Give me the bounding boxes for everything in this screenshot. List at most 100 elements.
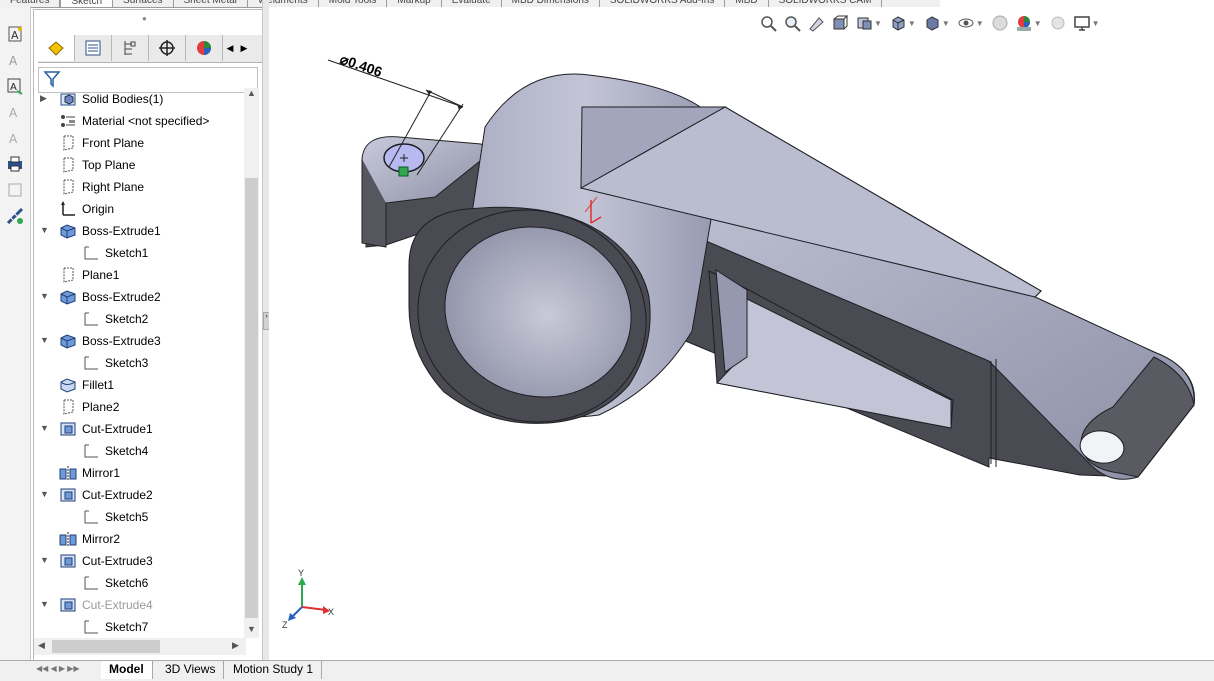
tree-item[interactable]: Sketch2 xyxy=(34,308,244,330)
svg-text:A: A xyxy=(11,29,19,42)
point-handle-icon[interactable] xyxy=(398,166,409,177)
ribbon-tab[interactable]: Weldments xyxy=(248,0,319,7)
balloon-icon[interactable]: A xyxy=(6,103,24,121)
surface-finish-icon[interactable]: A xyxy=(6,129,24,147)
tree-vertical-scrollbar[interactable]: ▲ ▼ xyxy=(244,88,259,638)
configuration-manager-icon xyxy=(124,41,136,55)
tree-item[interactable]: Sketch5 xyxy=(34,506,244,528)
tree-item[interactable]: ▼ Boss-Extrude2 xyxy=(34,286,244,308)
graphics-area[interactable]: ▼ ▼ ▼ ▼ ▼ ▼ ⌀0.406 Y X Z xyxy=(269,7,1214,660)
tree-item[interactable]: Top Plane xyxy=(34,154,244,176)
annotation-icon[interactable]: A xyxy=(6,77,24,95)
ribbon-tab[interactable]: Sketch xyxy=(60,0,114,7)
tree-item[interactable]: Sketch3 xyxy=(34,352,244,374)
tree-item[interactable]: ▶ Solid Bodies(1) xyxy=(34,88,244,110)
tree-item-label: Front Plane xyxy=(82,136,145,150)
tabs-scroll-left-icon[interactable]: ◀ xyxy=(223,35,237,61)
tabs-scroll-right-icon[interactable]: ▶ xyxy=(237,35,251,61)
tree-item[interactable]: Sketch7 xyxy=(34,616,244,638)
ribbon-tab[interactable]: Markup xyxy=(387,0,442,7)
ribbon-tab[interactable]: Evaluate xyxy=(442,0,502,7)
tree-item[interactable]: ▼ Cut-Extrude2 xyxy=(34,484,244,506)
tree-item-label: Sketch4 xyxy=(105,444,149,458)
svg-text:A: A xyxy=(10,82,17,93)
note-icon[interactable]: A xyxy=(6,51,24,69)
ribbon-tab[interactable]: Mold Tools xyxy=(319,0,388,7)
view-triad[interactable]: Y X Z xyxy=(282,568,334,630)
tree-horizontal-scrollbar[interactable]: ◀ ▶ xyxy=(34,638,246,655)
tree-item[interactable]: ▼ Boss-Extrude1 xyxy=(34,220,244,242)
tab-motion-study[interactable]: Motion Study 1 xyxy=(225,661,323,679)
tree-item[interactable]: Plane2 xyxy=(34,396,244,418)
collapse-arrow-icon[interactable]: ▶ xyxy=(40,93,47,104)
tree-item-label: Sketch3 xyxy=(105,356,149,370)
sketch-icon xyxy=(82,245,100,261)
print-icon[interactable] xyxy=(6,155,24,173)
ribbon-tab[interactable]: Features xyxy=(0,0,61,7)
part-model-viewport[interactable]: ⌀0.406 Y X Z xyxy=(269,7,1214,660)
tree-item[interactable]: Front Plane xyxy=(34,132,244,154)
mirror-icon xyxy=(59,465,77,481)
expand-arrow-icon[interactable]: ▼ xyxy=(40,335,49,345)
scroll-left-icon[interactable]: ◀ xyxy=(38,640,45,651)
tree-item[interactable]: Right Plane xyxy=(34,176,244,198)
scroll-down-icon[interactable]: ▼ xyxy=(247,624,256,634)
tab-display-manager[interactable] xyxy=(186,35,223,61)
tree-item[interactable]: Mirror1 xyxy=(34,462,244,484)
tree-item[interactable]: ▼ Cut-Extrude4 xyxy=(34,594,244,616)
measure-icon[interactable] xyxy=(6,207,24,225)
scroll-up-icon[interactable]: ▲ xyxy=(247,88,256,98)
expand-arrow-icon[interactable]: ▼ xyxy=(40,599,49,609)
smart-dimension-icon[interactable]: A xyxy=(6,25,24,43)
vertical-scroll-thumb[interactable] xyxy=(245,178,258,618)
tab-feature-tree[interactable] xyxy=(38,35,75,61)
svg-text:A: A xyxy=(9,54,18,68)
tab-dimxpert-manager[interactable] xyxy=(149,35,186,61)
tree-item[interactable]: Sketch1 xyxy=(34,242,244,264)
tree-item[interactable]: ▼ Boss-Extrude3 xyxy=(34,330,244,352)
tree-item[interactable]: Plane1 xyxy=(34,264,244,286)
tree-item[interactable]: Sketch4 xyxy=(34,440,244,462)
tree-item[interactable]: Fillet1 xyxy=(34,374,244,396)
ribbon-tab[interactable]: Sheet Metal xyxy=(174,0,248,7)
panel-grip[interactable]: ● xyxy=(142,14,147,23)
tab-configuration-manager[interactable] xyxy=(112,35,149,61)
filter-icon xyxy=(43,71,61,88)
tree-item[interactable]: ▼ Cut-Extrude3 xyxy=(34,550,244,572)
sketch-icon xyxy=(82,443,100,459)
expand-arrow-icon[interactable]: ▼ xyxy=(40,423,49,433)
ribbon-tab[interactable]: MBD xyxy=(725,0,769,7)
tree-item-label: Sketch7 xyxy=(105,620,149,634)
feature-manager-tabs: ◀ ▶ xyxy=(38,35,262,63)
expand-arrow-icon[interactable]: ▼ xyxy=(40,555,49,565)
tree-item-label: Sketch5 xyxy=(105,510,149,524)
tree-item[interactable]: ▼ Cut-Extrude1 xyxy=(34,418,244,440)
tree-item[interactable]: Mirror2 xyxy=(34,528,244,550)
ribbon-tab[interactable]: SOLIDWORKS CAM xyxy=(769,0,883,7)
expand-arrow-icon[interactable]: ▼ xyxy=(40,291,49,301)
ribbon-tab[interactable]: SOLIDWORKS Add-Ins xyxy=(600,0,726,7)
expand-arrow-icon[interactable]: ▼ xyxy=(40,489,49,499)
solid-bodies-folder-icon xyxy=(59,91,77,107)
bottom-tab-bar: ◀◀ ◀ ▶ ▶▶ Model 3D Views Motion Study 1 xyxy=(0,660,1214,681)
ribbon-tab[interactable]: Surfaces xyxy=(113,0,174,7)
datum-icon[interactable] xyxy=(6,181,24,199)
tree-item[interactable]: Material <not specified> xyxy=(34,110,244,132)
scroll-right-icon[interactable]: ▶ xyxy=(232,640,239,651)
tree-item-label: Plane1 xyxy=(82,268,120,282)
panel-splitter[interactable]: › xyxy=(262,0,270,660)
tree-item-label: Cut-Extrude3 xyxy=(82,554,153,568)
tree-item-label: Origin xyxy=(82,202,115,216)
tab-3d-views[interactable]: 3D Views xyxy=(157,661,225,679)
tab-property-manager[interactable] xyxy=(75,35,112,61)
horizontal-scroll-thumb[interactable] xyxy=(52,640,160,653)
tree-item[interactable]: Origin xyxy=(34,198,244,220)
plane-icon xyxy=(59,399,77,415)
tab-model[interactable]: Model xyxy=(101,661,153,679)
dimension-value: ⌀0.406 xyxy=(338,51,385,80)
expand-arrow-icon[interactable]: ▼ xyxy=(40,225,49,235)
tab-scroll-arrows-icon[interactable]: ◀◀ ◀ ▶ ▶▶ xyxy=(36,664,80,673)
display-manager-icon xyxy=(197,41,211,55)
ribbon-tab[interactable]: MBD Dimensions xyxy=(502,0,600,7)
tree-item[interactable]: Sketch6 xyxy=(34,572,244,594)
